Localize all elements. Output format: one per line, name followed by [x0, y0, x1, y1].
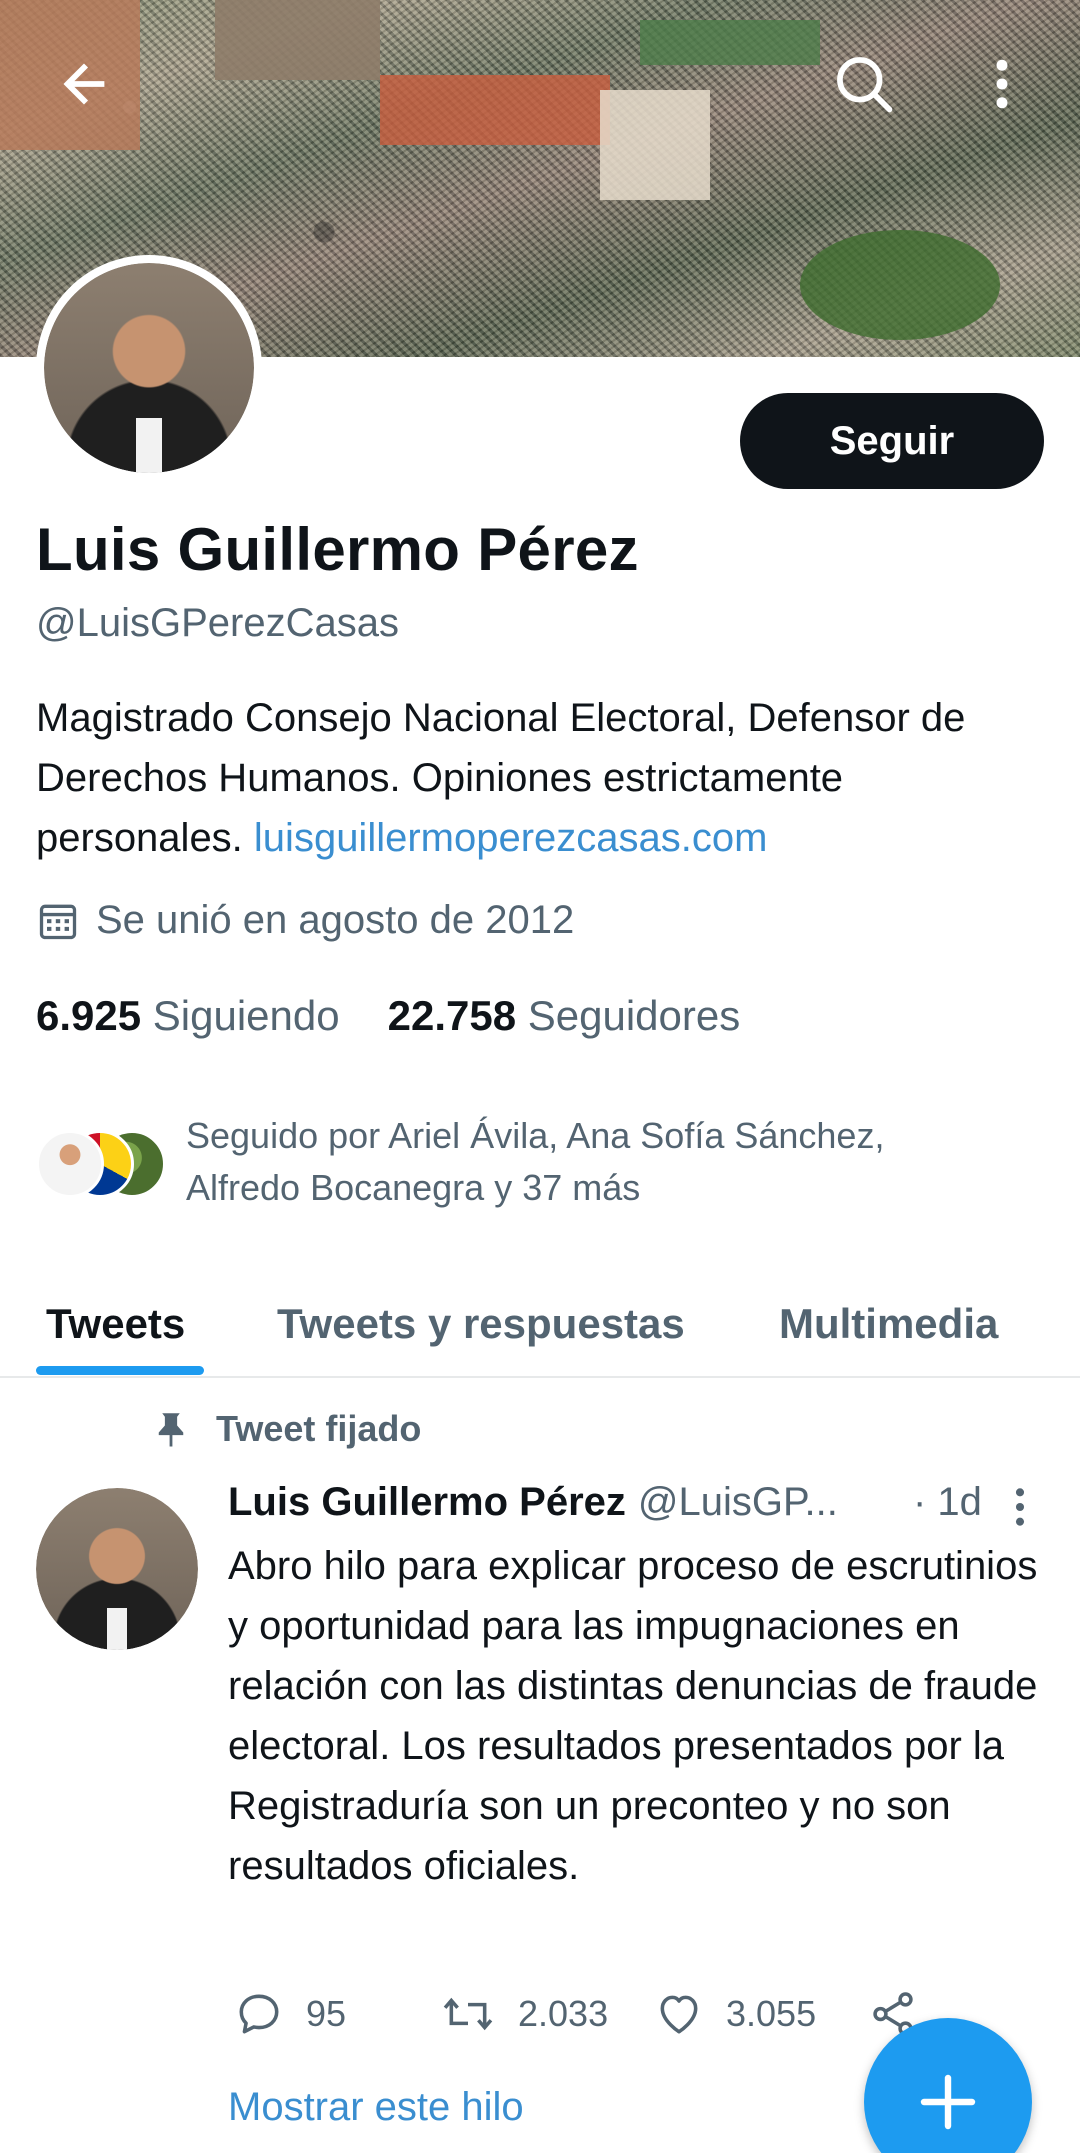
arrow-left-icon: [63, 63, 105, 105]
back-button[interactable]: [42, 42, 126, 126]
reply-button[interactable]: 95: [234, 1984, 346, 2044]
active-tab-indicator: [36, 1366, 204, 1375]
profile-avatar[interactable]: [36, 255, 262, 481]
banner-field: [640, 20, 820, 65]
profile-tabs: Tweets Tweets y respuestas Multimedia: [0, 1270, 1080, 1378]
avatar-photo: [36, 1488, 198, 1650]
reply-count: 95: [306, 1993, 347, 2034]
avatar-collar: [107, 1607, 127, 1650]
joined-date: Se unió en agosto de 2012: [36, 898, 574, 943]
profile-bio: Magistrado Consejo Nacional Electoral, D…: [36, 688, 1046, 868]
heart-icon: [660, 1995, 698, 2034]
avatar-photo: [44, 263, 254, 473]
banner-building: [380, 75, 610, 145]
tweet-text: Abro hilo para explicar proceso de escru…: [228, 1544, 1038, 1888]
tweet-author-avatar[interactable]: [36, 1488, 198, 1650]
pin-icon: [158, 1413, 184, 1447]
tab-tweets[interactable]: Tweets: [46, 1270, 185, 1378]
profile-name: Luis Guillermo Pérez: [36, 516, 639, 583]
calendar-icon: [39, 904, 77, 939]
tab-media[interactable]: Multimedia: [779, 1270, 998, 1378]
like-count: 3.055: [726, 1993, 817, 2034]
tweet-timestamp[interactable]: · 1d: [913, 1480, 982, 1525]
tweet-header: Luis Guillermo Pérez @LuisGP... · 1d: [228, 1480, 1048, 1525]
more-vertical-icon: [1015, 1488, 1025, 1526]
search-button[interactable]: [822, 42, 906, 126]
tweet-more-button[interactable]: [1000, 1482, 1040, 1532]
show-thread-link[interactable]: Mostrar este hilo: [228, 2085, 524, 2130]
follow-button[interactable]: Seguir: [740, 393, 1044, 489]
followed-by-avatars: [36, 1122, 176, 1202]
profile-handle: @LuisGPerezCasas: [36, 601, 399, 645]
banner-trees: [800, 230, 1000, 340]
followers-count: 22.758: [387, 992, 517, 1039]
tab-tweets-and-replies[interactable]: Tweets y respuestas: [277, 1270, 685, 1378]
followed-by[interactable]: Seguido por Ariel Ávila, Ana Sofía Sánch…: [36, 1110, 1006, 1214]
followed-by-text: Seguido por Ariel Ávila, Ana Sofía Sánch…: [186, 1115, 885, 1208]
retweet-button[interactable]: 2.033: [440, 1984, 608, 2044]
retweet-icon: [443, 1997, 493, 2031]
tweet-author-handle[interactable]: @LuisGP...: [638, 1480, 838, 1525]
like-button[interactable]: 3.055: [654, 1984, 816, 2044]
tweet-actions: 95 2.033 3.055: [228, 1984, 948, 2044]
plus-icon: [920, 2074, 976, 2130]
reply-icon: [239, 1994, 279, 2034]
tweet-author-name[interactable]: Luis Guillermo Pérez: [228, 1480, 626, 1525]
following-stat[interactable]: 6.925 Siguiendo: [36, 992, 340, 1040]
following-label: Siguiendo: [152, 992, 340, 1039]
avatar: [36, 1130, 104, 1198]
more-vertical-icon: [996, 59, 1008, 109]
avatar-collar: [136, 418, 162, 473]
joined-label: Se unió en agosto de 2012: [96, 898, 575, 942]
search-icon: [837, 57, 893, 113]
more-options-button[interactable]: [960, 42, 1044, 126]
pinned-text: Tweet fijado: [216, 1408, 422, 1449]
retweet-count: 2.033: [518, 1993, 609, 2034]
follow-stats: 6.925 Siguiendo 22.758 Seguidores: [36, 992, 740, 1040]
followers-stat[interactable]: 22.758 Seguidores: [388, 992, 741, 1040]
banner-building: [215, 0, 380, 80]
followers-label: Seguidores: [527, 992, 741, 1039]
bio-link[interactable]: luisguillermoperezcasas.com: [254, 816, 768, 860]
pinned-label: Tweet fijado: [150, 1408, 421, 1450]
following-count: 6.925: [36, 992, 142, 1039]
banner-building: [600, 90, 710, 200]
